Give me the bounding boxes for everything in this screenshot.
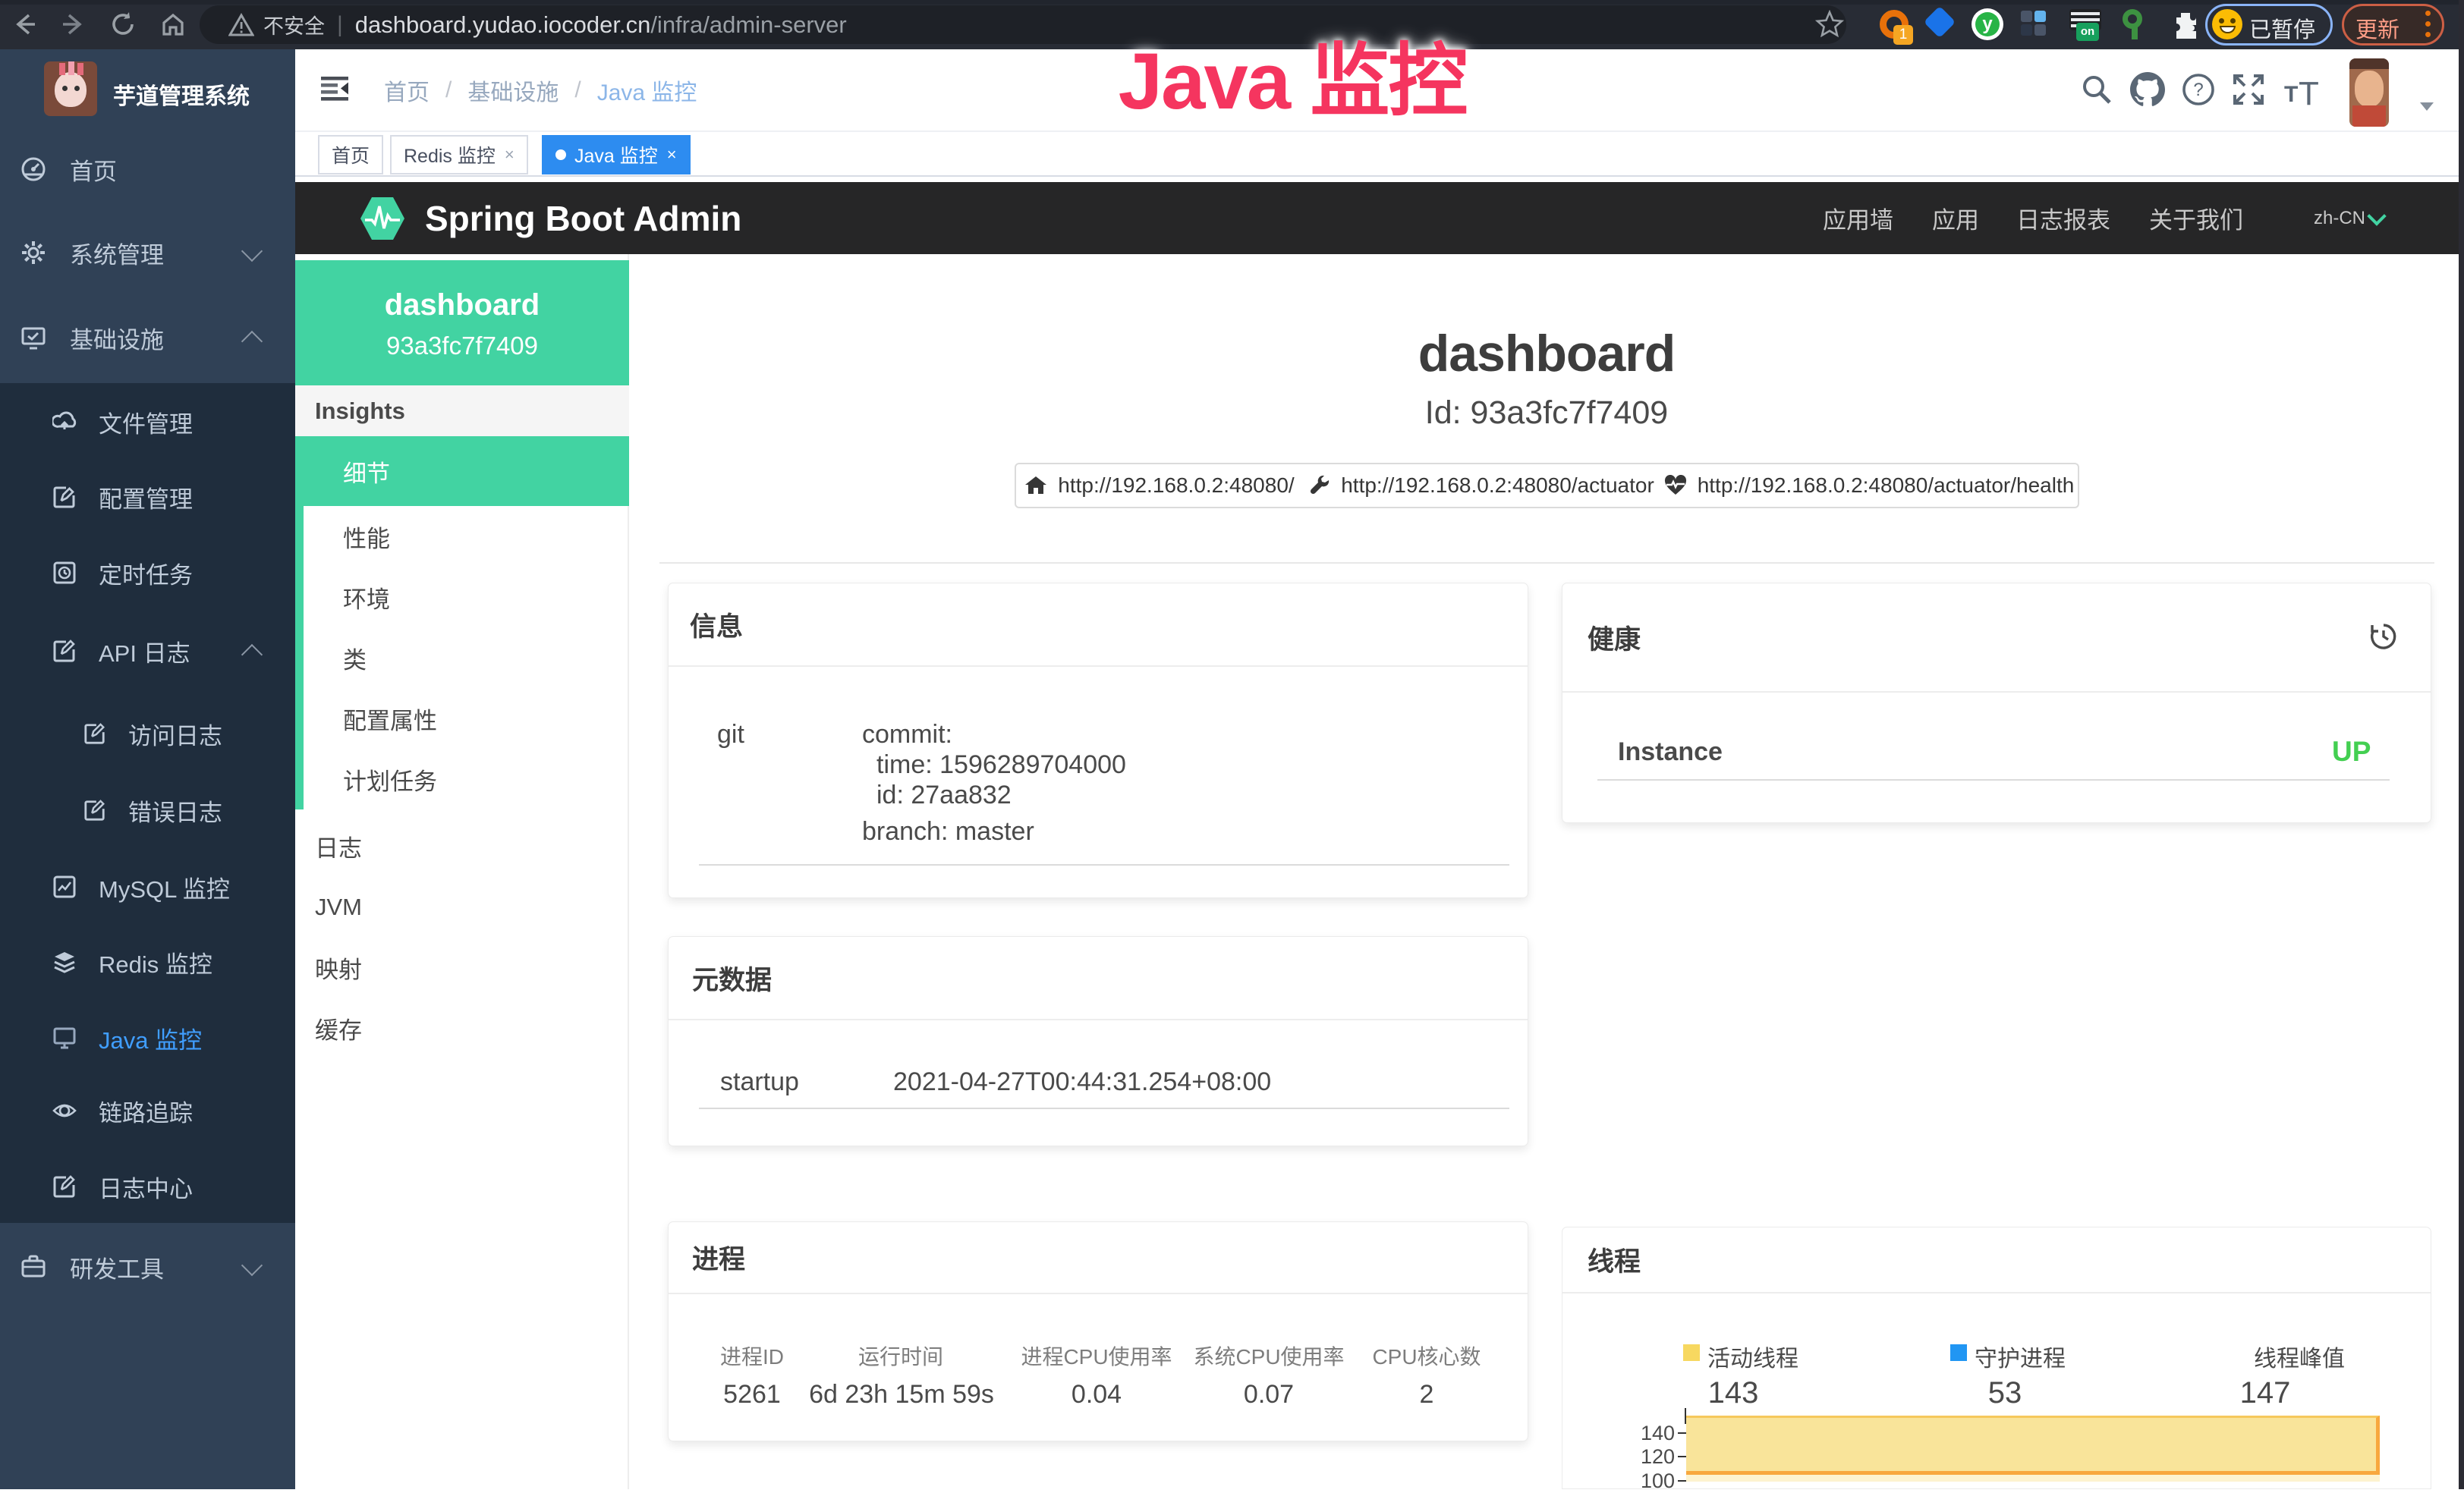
svg-text:?: ? (2193, 80, 2203, 100)
svg-text:T: T (2284, 82, 2298, 106)
svg-text:T: T (2299, 75, 2319, 106)
